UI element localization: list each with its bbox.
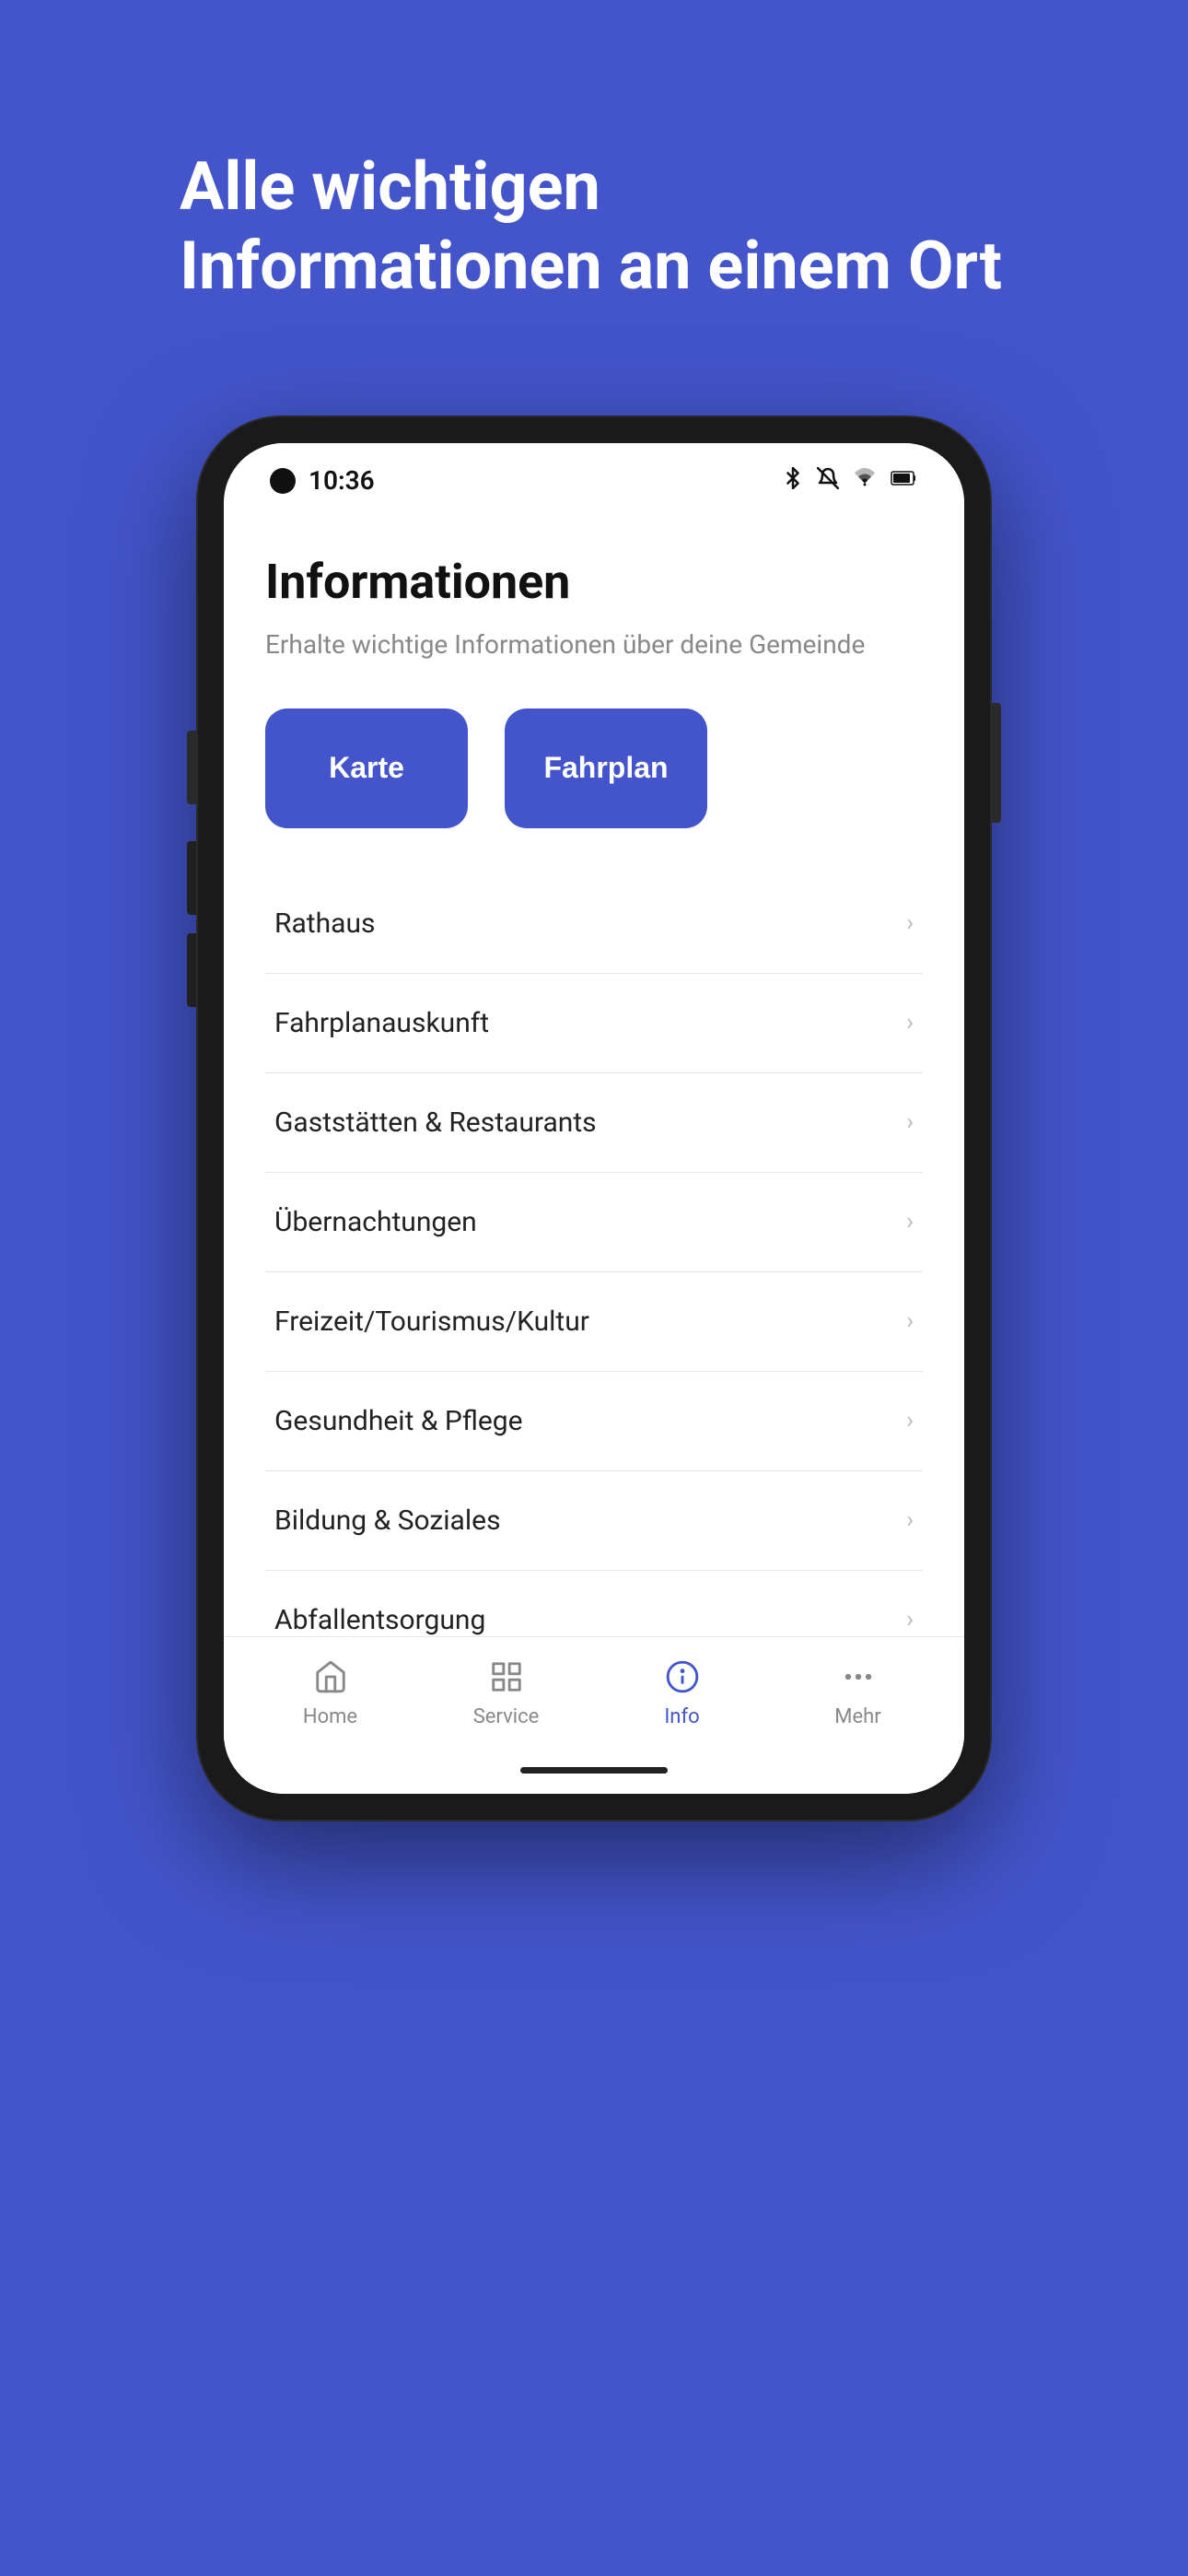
bluetooth-icon xyxy=(782,467,804,495)
mehr-nav-icon xyxy=(837,1656,879,1698)
bell-icon xyxy=(817,467,839,495)
list-item-gaststaetten[interactable]: Gaststätten & Restaurants › xyxy=(265,1073,923,1173)
info-nav-icon xyxy=(661,1656,704,1698)
volume-button-1 xyxy=(187,841,196,915)
headline: Alle wichtigen Informationen an einem Or… xyxy=(180,147,1008,307)
status-time: 10:36 xyxy=(270,465,375,496)
list-item-freizeit[interactable]: Freizeit/Tourismus/Kultur › xyxy=(265,1272,923,1372)
volume-button-2 xyxy=(187,933,196,1007)
battery-icon xyxy=(891,467,918,495)
time-display: 10:36 xyxy=(309,465,375,496)
fahrplan-button[interactable]: Fahrplan xyxy=(505,708,707,828)
status-icons xyxy=(782,467,918,495)
chevron-right-icon: › xyxy=(906,1307,914,1335)
app-subtitle: Erhalte wichtige Informationen über dein… xyxy=(265,626,923,662)
chevron-right-icon: › xyxy=(906,1506,914,1534)
home-nav-icon xyxy=(309,1656,352,1698)
phone-screen: 10:36 xyxy=(224,443,964,1794)
list-item-uebernachtungen[interactable]: Übernachtungen › xyxy=(265,1173,923,1272)
app-content: Informationen Erhalte wichtige Informati… xyxy=(224,508,964,1636)
info-list: Rathaus › Fahrplanauskunft › Gaststätten… xyxy=(265,874,923,1636)
list-item-label: Abfallentsorgung xyxy=(274,1604,485,1636)
chevron-right-icon: › xyxy=(906,1108,914,1136)
chevron-right-icon: › xyxy=(906,1009,914,1036)
home-bar xyxy=(520,1767,668,1774)
list-item-label: Bildung & Soziales xyxy=(274,1505,501,1537)
list-item-label: Freizeit/Tourismus/Kultur xyxy=(274,1306,589,1338)
list-item-label: Übernachtungen xyxy=(274,1206,477,1238)
list-item-gesundheit[interactable]: Gesundheit & Pflege › xyxy=(265,1372,923,1471)
chevron-right-icon: › xyxy=(906,1606,914,1633)
nav-label-service: Service xyxy=(473,1705,540,1728)
list-item-fahrplan[interactable]: Fahrplanauskunft › xyxy=(265,974,923,1073)
karte-button[interactable]: Karte xyxy=(265,708,468,828)
service-nav-icon xyxy=(485,1656,528,1698)
nav-label-mehr: Mehr xyxy=(834,1705,880,1728)
nav-label-info: Info xyxy=(664,1705,699,1728)
chevron-right-icon: › xyxy=(906,1208,914,1235)
list-item-label: Gesundheit & Pflege xyxy=(274,1405,523,1437)
background: Alle wichtigen Informationen an einem Or… xyxy=(0,0,1188,2576)
camera-dot xyxy=(270,468,296,494)
nav-label-home: Home xyxy=(303,1705,357,1728)
nav-item-service[interactable]: Service xyxy=(451,1656,562,1728)
list-item-abfall[interactable]: Abfallentsorgung › xyxy=(265,1571,923,1636)
status-bar: 10:36 xyxy=(224,443,964,508)
home-indicator xyxy=(224,1756,964,1794)
list-item-rathaus[interactable]: Rathaus › xyxy=(265,874,923,974)
wifi-icon xyxy=(852,467,878,495)
phone-frame: 10:36 xyxy=(198,417,990,1820)
list-item-label: Fahrplanauskunft xyxy=(274,1007,489,1039)
list-item-label: Rathaus xyxy=(274,907,375,940)
app-title: Informationen xyxy=(265,554,923,610)
bottom-nav: Home Service xyxy=(224,1636,964,1756)
list-item-bildung[interactable]: Bildung & Soziales › xyxy=(265,1471,923,1571)
action-buttons: Karte Fahrplan xyxy=(265,708,923,828)
chevron-right-icon: › xyxy=(906,1407,914,1434)
nav-item-info[interactable]: Info xyxy=(627,1656,738,1728)
list-item-label: Gaststätten & Restaurants xyxy=(274,1107,597,1139)
phone-wrapper: 10:36 xyxy=(198,417,990,1820)
nav-item-mehr[interactable]: Mehr xyxy=(803,1656,914,1728)
chevron-right-icon: › xyxy=(906,909,914,937)
nav-item-home[interactable]: Home xyxy=(275,1656,386,1728)
